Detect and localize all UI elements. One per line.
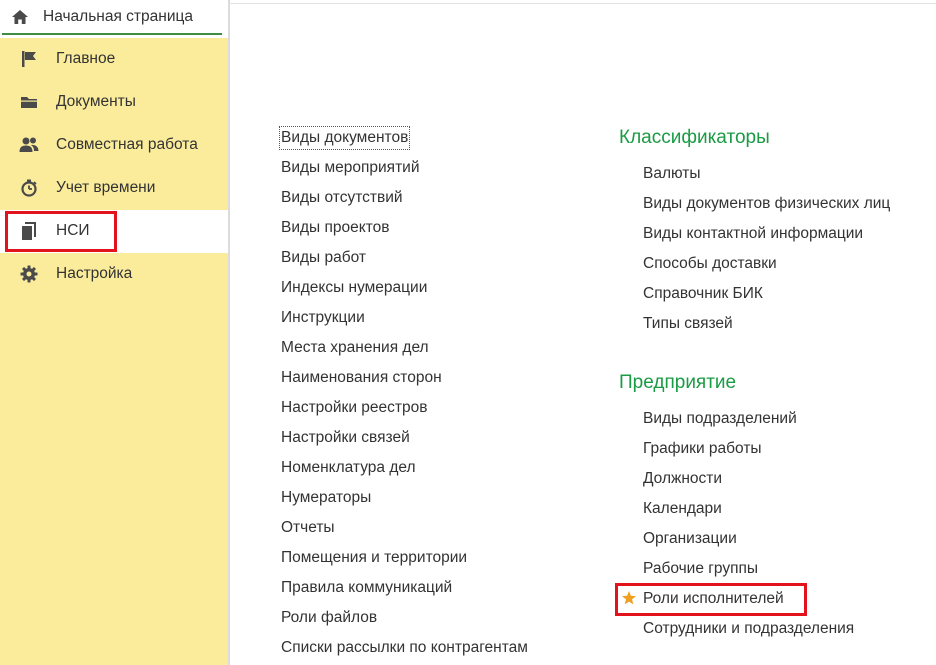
link-instructions[interactable]: Инструкции — [281, 308, 365, 328]
top-tab-bar: Начальная страница — [0, 0, 228, 38]
link-work-groups[interactable]: Рабочие группы — [643, 559, 758, 579]
sidebar-item-time-tracking[interactable]: Учет времени — [0, 167, 228, 210]
link-organizations[interactable]: Организации — [643, 529, 737, 549]
sidebar: Главное Документы Совместная работа Учет… — [0, 38, 228, 665]
sidebar-item-label: Совместная работа — [56, 136, 198, 153]
sidebar-item-label: Учет времени — [56, 179, 156, 196]
link-file-nomenclature[interactable]: Номенклатура дел — [281, 458, 416, 478]
link-calendars[interactable]: Календари — [643, 499, 722, 519]
sidebar-item-label: Настройка — [56, 265, 133, 282]
favorite-star-icon[interactable] — [621, 590, 637, 606]
link-premises-territories[interactable]: Помещения и территории — [281, 548, 467, 568]
link-work-schedules[interactable]: Графики работы — [643, 439, 762, 459]
link-absence-types[interactable]: Виды отсутствий — [281, 188, 403, 208]
link-link-types[interactable]: Типы связей — [643, 314, 733, 334]
link-file-roles[interactable]: Роли файлов — [281, 608, 377, 628]
link-work-types[interactable]: Виды работ — [281, 248, 366, 268]
link-registry-settings[interactable]: Настройки реестров — [281, 398, 428, 418]
link-document-types[interactable]: Виды документов — [278, 126, 411, 150]
sidebar-item-label: Главное — [56, 50, 116, 67]
link-personal-document-types[interactable]: Виды документов физических лиц — [643, 194, 890, 214]
link-currencies[interactable]: Валюты — [643, 164, 701, 184]
link-project-types[interactable]: Виды проектов — [281, 218, 389, 238]
link-party-names[interactable]: Наименования сторон — [281, 368, 442, 388]
link-bik-directory[interactable]: Справочник БИК — [643, 284, 763, 304]
link-event-types[interactable]: Виды мероприятий — [281, 158, 420, 178]
sidebar-item-label: НСИ — [56, 222, 90, 239]
link-numbering-indexes[interactable]: Индексы нумерации — [281, 278, 427, 298]
home-icon — [10, 7, 30, 27]
link-positions[interactable]: Должности — [643, 469, 722, 489]
content-top-border — [230, 3, 936, 4]
link-employees-departments[interactable]: Сотрудники и подразделения — [643, 619, 854, 639]
panel-divider — [228, 0, 230, 665]
sidebar-item-label: Документы — [56, 93, 136, 110]
sidebar-item-settings[interactable]: Настройка — [0, 253, 228, 296]
link-numerators[interactable]: Нумераторы — [281, 488, 371, 508]
home-tab[interactable]: Начальная страница — [2, 0, 222, 35]
link-contact-info-types[interactable]: Виды контактной информации — [643, 224, 863, 244]
sidebar-item-collaboration[interactable]: Совместная работа — [0, 124, 228, 167]
section-title-enterprise: Предприятие — [619, 372, 737, 393]
link-mailing-lists[interactable]: Списки рассылки по контрагентам — [281, 638, 528, 658]
link-delivery-methods[interactable]: Способы доставки — [643, 254, 777, 274]
home-tab-label: Начальная страница — [43, 7, 193, 25]
link-communication-rules[interactable]: Правила коммуникаций — [281, 578, 452, 598]
sidebar-item-main[interactable]: Главное — [0, 38, 228, 81]
copy-documents-icon — [19, 221, 39, 241]
link-performer-roles[interactable]: Роли исполнителей — [643, 589, 784, 609]
link-reports[interactable]: Отчеты — [281, 518, 335, 538]
link-link-settings[interactable]: Настройки связей — [281, 428, 410, 448]
folder-icon — [19, 92, 39, 112]
sidebar-item-nsi[interactable]: НСИ — [0, 210, 228, 253]
flag-icon — [19, 49, 39, 69]
gear-icon — [19, 264, 39, 284]
users-icon — [19, 135, 39, 155]
sidebar-item-documents[interactable]: Документы — [0, 81, 228, 124]
link-department-types[interactable]: Виды подразделений — [643, 409, 797, 429]
link-file-storage-places[interactable]: Места хранения дел — [281, 338, 429, 358]
stopwatch-icon — [19, 178, 39, 198]
section-title-classifiers: Классификаторы — [619, 127, 770, 148]
